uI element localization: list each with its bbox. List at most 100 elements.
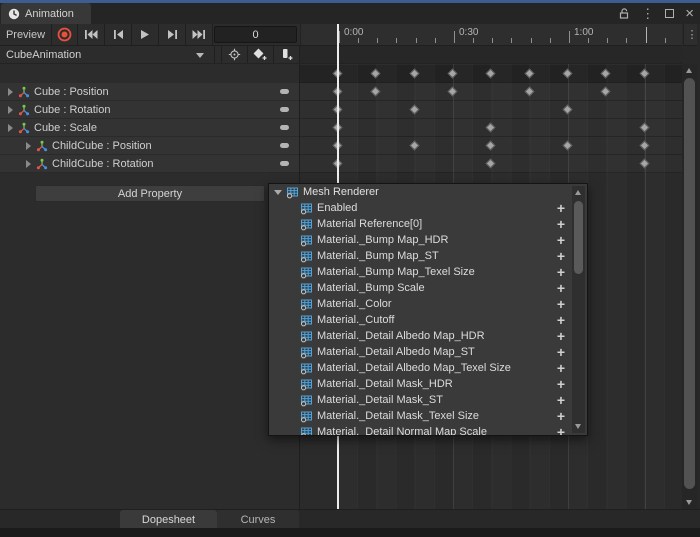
expand-triangle-icon[interactable] bbox=[8, 105, 13, 114]
keyframe-diamond[interactable] bbox=[639, 140, 650, 151]
popup-item-add-button[interactable]: + bbox=[557, 360, 565, 376]
popup-item[interactable]: Enabled + bbox=[269, 200, 587, 216]
scroll-up-icon[interactable] bbox=[686, 68, 692, 73]
popup-item[interactable]: Material._Detail Mask_HDR + bbox=[269, 376, 587, 392]
popup-header-mesh-renderer[interactable]: Mesh Renderer bbox=[269, 184, 587, 200]
goto-start-button[interactable] bbox=[78, 24, 105, 45]
popup-item[interactable]: Material._Detail Normal Map Scale + bbox=[269, 424, 587, 435]
popup-item[interactable]: Material._Color + bbox=[269, 296, 587, 312]
keyframe-diamond[interactable] bbox=[485, 122, 496, 133]
track-options-button[interactable] bbox=[280, 143, 289, 148]
track-keyframe-row[interactable] bbox=[300, 83, 682, 101]
track-row-label[interactable]: Cube : Position bbox=[0, 83, 299, 101]
track-options-button[interactable] bbox=[280, 107, 289, 112]
popup-item[interactable]: Material._Bump Map_HDR + bbox=[269, 232, 587, 248]
preview-button[interactable]: Preview bbox=[0, 24, 52, 45]
popup-item-add-button[interactable]: + bbox=[557, 296, 565, 312]
track-keyframe-row[interactable] bbox=[300, 155, 682, 173]
track-keyframe-row[interactable] bbox=[300, 101, 682, 119]
next-frame-button[interactable] bbox=[159, 24, 186, 45]
keyframe-diamond[interactable] bbox=[447, 86, 458, 97]
keyframe-diamond[interactable] bbox=[562, 68, 573, 79]
expand-triangle-icon[interactable] bbox=[8, 87, 13, 96]
expand-triangle-icon[interactable] bbox=[8, 123, 13, 132]
keyframe-diamond[interactable] bbox=[600, 68, 611, 79]
popup-item-add-button[interactable]: + bbox=[557, 248, 565, 264]
popup-item-add-button[interactable]: + bbox=[557, 408, 565, 424]
popup-scroll-up-icon[interactable] bbox=[575, 190, 581, 195]
track-row-label[interactable]: ChildCube : Rotation bbox=[0, 155, 299, 173]
popup-item[interactable]: Material._Detail Mask_Texel Size + bbox=[269, 408, 587, 424]
add-event-button[interactable] bbox=[274, 46, 300, 63]
record-button[interactable] bbox=[52, 24, 78, 45]
current-frame-field[interactable]: 0 bbox=[214, 26, 297, 43]
vertical-scrollbar[interactable] bbox=[682, 64, 697, 509]
popup-item-add-button[interactable]: + bbox=[557, 200, 565, 216]
popup-item[interactable]: Material._Detail Albedo Map_HDR + bbox=[269, 328, 587, 344]
popup-scrollbar-thumb[interactable] bbox=[574, 201, 583, 274]
popup-item-add-button[interactable]: + bbox=[557, 392, 565, 408]
popup-item-add-button[interactable]: + bbox=[557, 376, 565, 392]
track-options-button[interactable] bbox=[280, 125, 289, 130]
popup-item-add-button[interactable]: + bbox=[557, 232, 565, 248]
play-button[interactable] bbox=[132, 24, 159, 45]
track-row-label[interactable]: Cube : Scale bbox=[0, 119, 299, 137]
close-icon[interactable]: × bbox=[685, 5, 694, 22]
goto-end-button[interactable] bbox=[186, 24, 213, 45]
popup-item-add-button[interactable]: + bbox=[557, 344, 565, 360]
keyframe-diamond[interactable] bbox=[485, 68, 496, 79]
popup-item[interactable]: Material._Detail Albedo Map_ST + bbox=[269, 344, 587, 360]
track-options-button[interactable] bbox=[280, 89, 289, 94]
popup-item[interactable]: Material._Bump Scale + bbox=[269, 280, 587, 296]
popup-item-add-button[interactable]: + bbox=[557, 280, 565, 296]
add-keyframe-button[interactable] bbox=[248, 46, 274, 63]
keyframe-diamond[interactable] bbox=[639, 122, 650, 133]
popup-item[interactable]: Material Reference[0] + bbox=[269, 216, 587, 232]
keyframe-diamond[interactable] bbox=[409, 68, 420, 79]
popup-item[interactable]: Material._Detail Mask_ST + bbox=[269, 392, 587, 408]
keyframe-diamond[interactable] bbox=[639, 158, 650, 169]
track-row-label[interactable]: ChildCube : Position bbox=[0, 137, 299, 155]
popup-item-add-button[interactable]: + bbox=[557, 216, 565, 232]
keyframe-diamond[interactable] bbox=[485, 140, 496, 151]
clip-selector-dropdown[interactable]: CubeAnimation bbox=[0, 46, 215, 63]
popup-item-add-button[interactable]: + bbox=[557, 328, 565, 344]
window-menu-icon[interactable]: ⋮ bbox=[641, 6, 654, 22]
add-property-button[interactable]: Add Property bbox=[35, 185, 265, 202]
prev-frame-button[interactable] bbox=[105, 24, 132, 45]
keyframe-diamond[interactable] bbox=[370, 68, 381, 79]
expand-triangle-icon[interactable] bbox=[26, 159, 31, 168]
keyframe-diamond[interactable] bbox=[409, 140, 420, 151]
track-options-button[interactable] bbox=[280, 161, 289, 166]
maximize-icon[interactable] bbox=[665, 9, 675, 18]
keyframe-diamond[interactable] bbox=[409, 104, 420, 115]
filter-selection-button[interactable] bbox=[222, 46, 248, 63]
popup-item-add-button[interactable]: + bbox=[557, 312, 565, 328]
keyframe-diamond[interactable] bbox=[562, 140, 573, 151]
keyframe-diamond[interactable] bbox=[447, 68, 458, 79]
popup-scroll-down-icon[interactable] bbox=[575, 424, 581, 429]
tab-dopesheet[interactable]: Dopesheet bbox=[120, 510, 217, 529]
keyframe-diamond[interactable] bbox=[639, 68, 650, 79]
track-row-label[interactable]: Cube : Rotation bbox=[0, 101, 299, 119]
tab-curves[interactable]: Curves bbox=[217, 510, 299, 529]
popup-item-add-button[interactable]: + bbox=[557, 264, 565, 280]
track-keyframe-row[interactable] bbox=[300, 119, 682, 137]
popup-item[interactable]: Material._Cutoff + bbox=[269, 312, 587, 328]
popup-item-add-button[interactable]: + bbox=[557, 424, 565, 435]
keyframe-diamond[interactable] bbox=[562, 104, 573, 115]
keyframe-diamond[interactable] bbox=[485, 158, 496, 169]
keyframe-diamond[interactable] bbox=[524, 68, 535, 79]
timeline-ruler[interactable]: 0:00 0:30 1:00 bbox=[300, 24, 682, 46]
keyframe-diamond[interactable] bbox=[524, 86, 535, 97]
lock-icon[interactable] bbox=[618, 7, 630, 20]
expand-triangle-icon[interactable] bbox=[26, 141, 31, 150]
popup-scrollbar[interactable] bbox=[572, 186, 585, 433]
scroll-down-icon[interactable] bbox=[686, 500, 692, 505]
keyframe-diamond[interactable] bbox=[600, 86, 611, 97]
popup-item[interactable]: Material._Detail Albedo Map_Texel Size + bbox=[269, 360, 587, 376]
track-keyframe-row[interactable] bbox=[300, 137, 682, 155]
popup-item[interactable]: Material._Bump Map_Texel Size + bbox=[269, 264, 587, 280]
keyframe-diamond[interactable] bbox=[370, 86, 381, 97]
tab-animation[interactable]: Animation bbox=[1, 3, 91, 24]
